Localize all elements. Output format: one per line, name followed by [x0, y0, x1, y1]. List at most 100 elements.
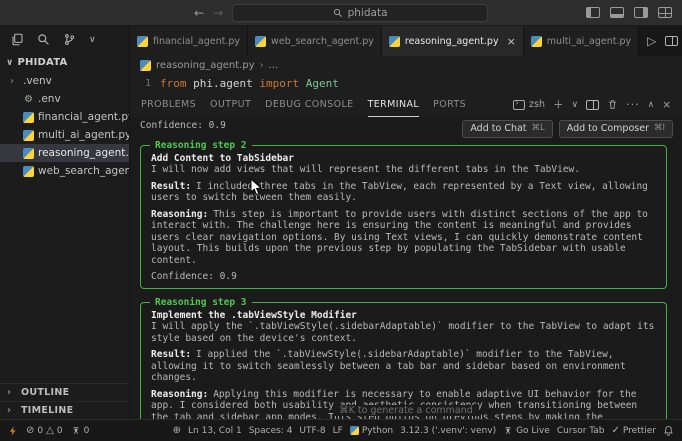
- tab-label: web_search_agent.py: [271, 35, 374, 47]
- new-terminal-icon[interactable]: ＋: [553, 97, 564, 112]
- tree-item-label: .venv: [23, 75, 52, 87]
- kill-terminal-icon[interactable]: [607, 99, 618, 110]
- terminal-shell-selector[interactable]: zsh: [513, 98, 545, 110]
- screencast-zoom-icon[interactable]: ⊕: [173, 425, 181, 436]
- editor-area: financial_agent.py web_search_agent.py r…: [130, 26, 682, 419]
- cursor-tab-toggle[interactable]: Cursor Tab: [557, 426, 605, 436]
- terminal-dropdown-chevron-icon[interactable]: ∨: [572, 100, 579, 110]
- tab-label: multi_ai_agent.py: [546, 35, 632, 47]
- toggle-secondary-sidebar-icon[interactable]: [634, 7, 648, 18]
- indentation-setting[interactable]: Spaces: 4: [249, 426, 293, 436]
- problems-indicator[interactable]: ⊘ 0 △ 0: [26, 425, 63, 436]
- step-intro: I will apply the `.tabViewStyle(.sidebar…: [151, 321, 655, 344]
- breadcrumb[interactable]: reasoning_agent.py › ...: [130, 56, 682, 74]
- tree-item-web-search-agent[interactable]: web_search_agent.py: [0, 162, 129, 180]
- tab-multi-ai-agent[interactable]: multi_ai_agent.py: [523, 26, 640, 56]
- broadcast-icon: [72, 426, 79, 434]
- tree-item-reasoning-agent[interactable]: reasoning_agent.py: [0, 144, 129, 162]
- nav-back-icon[interactable]: ←: [194, 7, 204, 19]
- add-to-composer-button[interactable]: Add to Composer ⌘I: [558, 120, 673, 138]
- split-editor-icon[interactable]: [665, 36, 679, 46]
- activity-bar: ∨: [0, 26, 129, 53]
- close-panel-icon[interactable]: ×: [662, 99, 671, 111]
- python-file-icon: [23, 147, 34, 159]
- code-line[interactable]: 1 from phi.agent import Agent: [130, 74, 682, 92]
- split-terminal-icon[interactable]: [586, 99, 600, 110]
- tab-label: reasoning_agent.py: [404, 35, 499, 47]
- prettier-status[interactable]: ✓ Prettier: [612, 425, 657, 436]
- step-result: Result: I applied the `.tabViewStyle(.sid…: [151, 349, 626, 383]
- generate-command-hint[interactable]: ⌘K to generate a command: [333, 404, 479, 416]
- chevron-right-icon: ›: [7, 405, 12, 416]
- go-live-button[interactable]: Go Live: [503, 426, 550, 436]
- panel-tab-ports[interactable]: PORTS: [433, 92, 466, 117]
- file-tree: › .venv ⚙ .env financial_agent.py multi_…: [0, 72, 129, 180]
- notifications-bell-icon[interactable]: [663, 425, 674, 436]
- maximize-panel-icon[interactable]: ∧: [648, 100, 655, 110]
- close-tab-icon[interactable]: ×: [507, 36, 516, 47]
- step-heading: Implement the .tabViewStyle Modifier: [151, 309, 357, 321]
- encoding-setting[interactable]: UTF-8: [299, 426, 325, 436]
- panel-tab-problems[interactable]: PROBLEMS: [141, 92, 196, 117]
- gear-icon: ⚙: [24, 93, 33, 105]
- chevron-down-icon: ∨: [6, 57, 14, 68]
- outline-section[interactable]: › OUTLINE: [0, 383, 129, 401]
- python-file-icon: [23, 165, 34, 177]
- customize-layout-icon[interactable]: [658, 7, 672, 18]
- command-center-value: phidata: [347, 6, 388, 19]
- python-file-icon: [140, 59, 151, 71]
- cursor-position[interactable]: Ln 13, Col 1: [188, 426, 242, 436]
- add-to-chat-button[interactable]: Add to Chat ⌘L: [462, 120, 553, 138]
- tab-web-search-agent[interactable]: web_search_agent.py: [248, 26, 382, 56]
- tab-financial-agent[interactable]: financial_agent.py: [130, 26, 249, 56]
- sidebar-section-header[interactable]: ∨ PHIDATA: [0, 53, 129, 72]
- terminal-output[interactable]: Confidence: 0.9 Add to Chat ⌘L Add to Co…: [130, 117, 682, 419]
- toggle-panel-icon[interactable]: [610, 7, 624, 18]
- panel-more-icon[interactable]: ···: [626, 98, 640, 111]
- python-icon: [349, 426, 359, 435]
- check-icon: ✓: [611, 425, 620, 436]
- broadcast-icon: [505, 426, 511, 434]
- status-bar: ⊘ 0 △ 0 0 ⊕ Ln 13, Col 1 Spaces: 4 UTF-8…: [0, 419, 682, 441]
- chevron-right-icon: ›: [7, 387, 12, 398]
- command-center-search[interactable]: phidata: [232, 3, 489, 22]
- breadcrumb-separator: ›: [259, 59, 264, 71]
- step-reasoning: Reasoning: This step is important to prov…: [151, 208, 648, 266]
- toggle-sidebar-icon[interactable]: [586, 7, 600, 18]
- tree-item-financial-agent[interactable]: financial_agent.py: [0, 108, 129, 126]
- code-token: import: [259, 76, 300, 90]
- remote-indicator-icon[interactable]: [8, 425, 18, 437]
- tree-item-venv[interactable]: › .venv: [0, 72, 129, 90]
- panel-tab-output[interactable]: OUTPUT: [210, 92, 251, 117]
- eol-setting[interactable]: LF: [333, 426, 343, 436]
- run-button[interactable]: ▷: [647, 34, 656, 48]
- python-file-icon: [255, 35, 267, 47]
- ports-indicator[interactable]: 0: [71, 426, 89, 436]
- python-file-icon: [23, 129, 34, 141]
- timeline-section[interactable]: › TIMELINE: [0, 401, 129, 419]
- tree-item-label: financial_agent.py: [38, 111, 129, 123]
- title-bar: ← → phidata: [0, 0, 682, 26]
- source-control-icon[interactable]: [63, 33, 76, 46]
- more-views-chevron-icon[interactable]: ∨: [89, 35, 96, 45]
- panel-header: PROBLEMS OUTPUT DEBUG CONSOLE TERMINAL P…: [130, 92, 682, 117]
- nav-forward-icon[interactable]: →: [213, 7, 223, 19]
- editor-actions: ▷ ···: [639, 26, 682, 56]
- code-token: Agent: [299, 76, 339, 90]
- tab-label: financial_agent.py: [153, 35, 241, 47]
- tab-reasoning-agent[interactable]: reasoning_agent.py ×: [381, 26, 524, 56]
- language-mode[interactable]: Python: [349, 426, 393, 436]
- search-view-icon[interactable]: [37, 33, 50, 46]
- line-number: 1: [144, 77, 151, 89]
- panel-tab-terminal[interactable]: TERMINAL: [367, 92, 420, 117]
- explorer-icon[interactable]: [11, 33, 24, 46]
- panel-tab-debug-console[interactable]: DEBUG CONSOLE: [265, 92, 353, 117]
- shell-label: zsh: [529, 99, 545, 110]
- terminal-selection-actions: Add to Chat ⌘L Add to Composer ⌘I: [462, 120, 673, 138]
- python-file-icon: [23, 111, 34, 123]
- tree-item-env[interactable]: ⚙ .env: [0, 90, 129, 108]
- python-interpreter[interactable]: 3.12.3 ('.venv': venv): [400, 426, 496, 436]
- tree-item-multi-ai-agent[interactable]: multi_ai_agent.py: [0, 126, 129, 144]
- error-icon: ⊘: [26, 425, 35, 436]
- breadcrumb-file: reasoning_agent.py: [156, 59, 255, 71]
